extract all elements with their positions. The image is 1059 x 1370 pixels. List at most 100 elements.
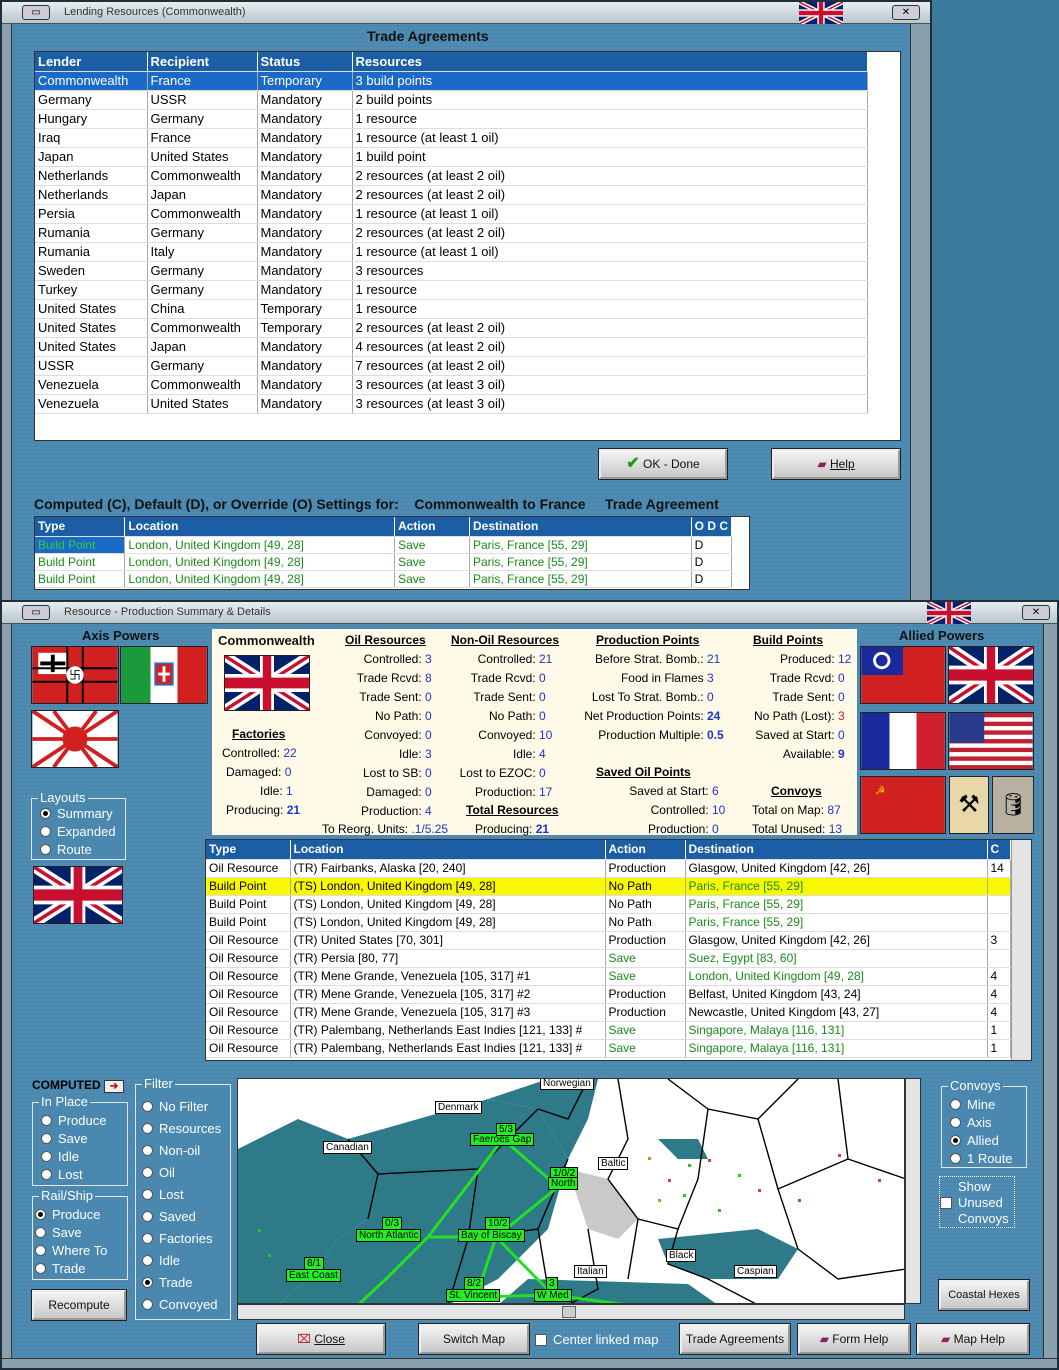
arrow-right-icon[interactable]: ➔ <box>104 1080 125 1093</box>
layout-expanded-radio[interactable]: Expanded <box>40 824 116 839</box>
show-unused-convoys-checkbox[interactable]: Show Unused Convoys <box>939 1176 1015 1228</box>
railship-whereto-radio[interactable]: Where To <box>35 1243 107 1258</box>
inplace-lost-radio[interactable]: Lost <box>41 1167 83 1182</box>
trade-agreement-row[interactable]: Netherlands Commonwealth Mandatory 2 resour… <box>35 166 868 186</box>
filter-convoyed-radio[interactable]: Convoyed <box>142 1297 218 1312</box>
trade-agreement-row[interactable]: Iraq France Mandatory 1 resource (at least … <box>35 128 868 148</box>
map-label-st_vincent[interactable]: St. Vincent <box>446 1289 501 1302</box>
window-menu-button-2[interactable]: ▭ <box>22 605 50 620</box>
close-window-button[interactable]: ✕ <box>892 5 920 20</box>
map-label-baltic[interactable]: Baltic <box>598 1157 629 1170</box>
col-location[interactable]: Location <box>124 517 396 537</box>
detail-row[interactable]: Oil Resource (TR) United States [70, 301]… <box>206 931 1011 950</box>
center-linked-map-checkbox[interactable]: Center linked map <box>535 1332 659 1347</box>
italy-flag[interactable] <box>120 646 208 704</box>
col-destination-2[interactable]: Destination <box>685 840 988 860</box>
trade-agreements-button[interactable]: Trade Agreements <box>679 1323 791 1355</box>
filter-resources-radio[interactable]: Resources <box>142 1121 221 1136</box>
railship-trade-radio[interactable]: Trade <box>35 1261 85 1276</box>
ussr-flag[interactable]: ☭ <box>860 776 946 834</box>
hscroll-thumb[interactable] <box>562 1306 576 1318</box>
detail-row[interactable]: Oil Resource (TR) Mene Grande, Venezuela … <box>206 1003 1011 1022</box>
map-label-caspian[interactable]: Caspian <box>734 1265 777 1278</box>
japan-flag[interactable] <box>31 710 119 768</box>
form-help-button[interactable]: ▰ Form Help <box>797 1323 911 1355</box>
window-menu-button[interactable]: ▭ <box>22 5 50 20</box>
filter-trade-radio[interactable]: Trade <box>142 1275 192 1290</box>
filter-factories-radio[interactable]: Factories <box>142 1231 212 1246</box>
trade-agreement-row[interactable]: United States Commonwealth Temporary 2 reso… <box>35 318 868 338</box>
col-resources[interactable]: Resources <box>352 52 868 72</box>
map-label-italian[interactable]: Italian <box>574 1265 607 1278</box>
trade-agreement-row[interactable]: Sweden Germany Mandatory 3 resources <box>35 261 868 281</box>
close-button[interactable]: ⌧ Close <box>256 1323 386 1355</box>
col-destination[interactable]: Destination <box>469 517 692 537</box>
detail-row[interactable]: Oil Resource (TR) Mene Grande, Venezuela … <box>206 985 1011 1004</box>
filter-non-oil-radio[interactable]: Non-oil <box>142 1143 200 1158</box>
filter-no-filter-radio[interactable]: No Filter <box>142 1099 208 1114</box>
oil-derrick-icon[interactable]: 🛢 <box>992 776 1034 834</box>
germany-flag[interactable]: 卐 <box>31 646 119 704</box>
col-status[interactable]: Status <box>257 52 353 72</box>
map-vscroll[interactable] <box>905 1078 921 1304</box>
col-lender[interactable]: Lender <box>35 52 148 72</box>
settings-row[interactable]: Build Point London, United Kingdom [49, 2… <box>35 570 733 588</box>
railship-produce-radio[interactable]: Produce <box>35 1207 100 1222</box>
trade-agreement-row[interactable]: United States Japan Mandatory 4 resources (… <box>35 337 868 357</box>
col-c[interactable]: C <box>987 840 1011 860</box>
map-label-north_atlantic[interactable]: North Atlantic <box>356 1229 422 1242</box>
trade-agreement-row[interactable]: Japan United States Mandatory 1 build point <box>35 147 868 167</box>
map-help-button[interactable]: ▰ Map Help <box>916 1323 1030 1355</box>
china-flag[interactable] <box>860 646 946 704</box>
pickaxe-icon[interactable]: ⚒ <box>949 776 989 834</box>
map-label-norwegian[interactable]: Norwegian <box>540 1079 594 1090</box>
trade-agreement-row[interactable]: Venezuela Commonwealth Mandatory 3 resource… <box>35 375 868 395</box>
detail-row[interactable]: Build Point (TS) London, United Kingdom [… <box>206 913 1011 932</box>
map-label-w_med[interactable]: W Med <box>534 1289 572 1302</box>
map-label-east_coast[interactable]: East Coast <box>286 1269 341 1282</box>
map-label-canadian[interactable]: Canadian <box>323 1141 372 1154</box>
trade-agreement-row[interactable]: Rumania Italy Mandatory 1 resource (at leas… <box>35 242 868 262</box>
map-label-black[interactable]: Black <box>666 1249 697 1262</box>
map-hscroll[interactable] <box>237 1304 905 1320</box>
col-odc[interactable]: O D C <box>691 517 733 537</box>
france-flag[interactable] <box>860 712 946 770</box>
col-type-2[interactable]: Type <box>206 840 291 860</box>
railship-save-radio[interactable]: Save <box>35 1225 82 1240</box>
col-action[interactable]: Action <box>394 517 470 537</box>
convoys-axis-radio[interactable]: Axis <box>950 1115 992 1130</box>
map-label-biscay[interactable]: Bay of Biscay <box>458 1229 525 1242</box>
convoys-allied-radio[interactable]: Allied <box>950 1133 999 1148</box>
layout-summary-radio[interactable]: Summary <box>40 806 113 821</box>
detail-row[interactable]: Oil Resource (TR) Palembang, Netherlands … <box>206 1039 1011 1058</box>
inplace-save-radio[interactable]: Save <box>41 1131 88 1146</box>
ok-done-button[interactable]: ✔ OK - Done <box>598 448 728 480</box>
map-label-denmark[interactable]: Denmark <box>435 1101 482 1114</box>
filter-saved-radio[interactable]: Saved <box>142 1209 196 1224</box>
trade-agreement-row[interactable]: United States China Temporary 1 resource <box>35 299 868 319</box>
layout-route-radio[interactable]: Route <box>40 842 92 857</box>
trade-agreement-row[interactable]: Venezuela United States Mandatory 3 resourc… <box>35 394 868 414</box>
close-window-button-2[interactable]: ✕ <box>1022 605 1050 620</box>
map-label-north[interactable]: North <box>548 1177 579 1190</box>
detail-row[interactable]: Oil Resource (TR) Palembang, Netherlands … <box>206 1021 1011 1040</box>
trade-agreement-row[interactable]: Commonwealth France Temporary 3 build point… <box>35 71 868 91</box>
detail-row[interactable]: Build Point (TS) London, United Kingdom [… <box>206 895 1011 914</box>
uk-flag-selected[interactable] <box>33 866 123 924</box>
trade-agreement-row[interactable]: Rumania Germany Mandatory 2 resources (at l… <box>35 223 868 243</box>
col-action-2[interactable]: Action <box>605 840 686 860</box>
filter-oil-radio[interactable]: Oil <box>142 1165 175 1180</box>
col-type[interactable]: Type <box>35 517 126 537</box>
detail-row[interactable]: Build Point (TS) London, United Kingdom [… <box>206 877 1011 896</box>
recompute-button[interactable]: Recompute <box>31 1289 127 1321</box>
trade-agreement-row[interactable]: Persia Commonwealth Mandatory 1 resource (a… <box>35 204 868 224</box>
trade-agreement-row[interactable]: USSR Germany Mandatory 7 resources (at leas… <box>35 356 868 376</box>
coastal-hexes-button[interactable]: Coastal Hexes <box>938 1279 1030 1311</box>
detail-row[interactable]: Oil Resource (TR) Fairbanks, Alaska [20, … <box>206 859 1011 878</box>
col-recipient[interactable]: Recipient <box>147 52 258 72</box>
switch-map-button[interactable]: Switch Map <box>418 1323 530 1355</box>
trade-agreement-row[interactable]: Germany USSR Mandatory 2 build points <box>35 90 868 110</box>
inplace-idle-radio[interactable]: Idle <box>41 1149 79 1164</box>
filter-idle-radio[interactable]: Idle <box>142 1253 180 1268</box>
trade-agreement-row[interactable]: Netherlands Japan Mandatory 2 resources (at… <box>35 185 868 205</box>
